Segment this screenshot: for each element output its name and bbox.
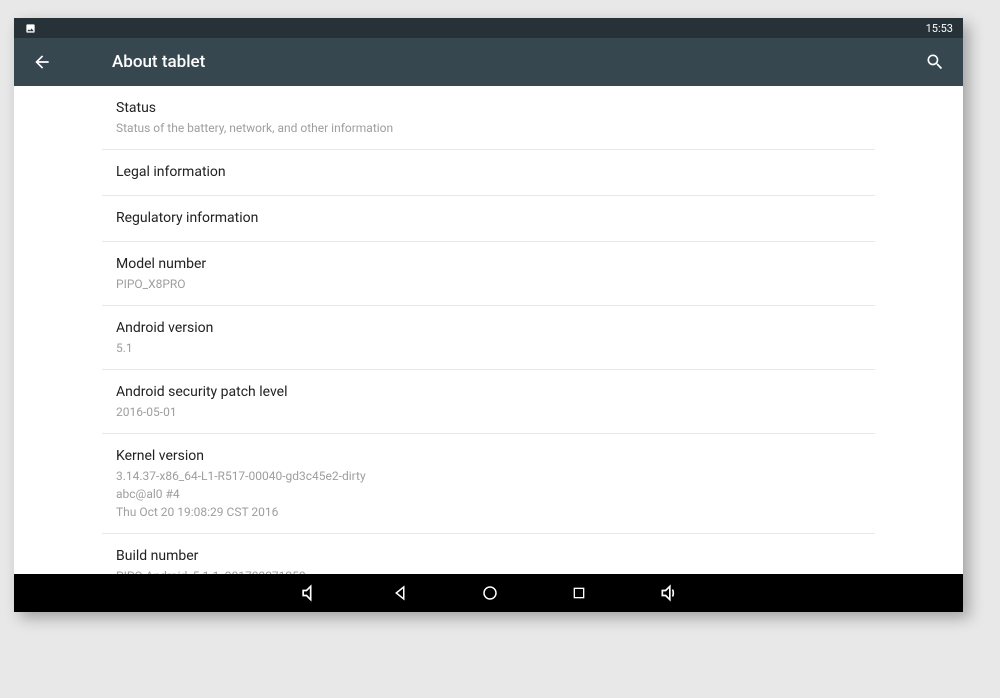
row-title: Build number xyxy=(116,546,861,567)
image-icon xyxy=(24,23,37,34)
nav-recent-icon[interactable] xyxy=(571,585,587,601)
volume-up-icon[interactable] xyxy=(659,583,679,603)
row-title: Android version xyxy=(116,318,861,339)
search-icon[interactable] xyxy=(925,52,945,72)
row-title: Android security patch level xyxy=(116,382,861,403)
row-build-number[interactable]: Build number PIPO Android_5.1.1_20170327… xyxy=(102,534,875,574)
page-title: About tablet xyxy=(112,52,205,72)
status-time: 15:53 xyxy=(926,22,953,35)
nav-home-icon[interactable] xyxy=(481,584,499,602)
row-subtitle: 3.14.37-x86_64-L1-R517-00040-gd3c45e2-di… xyxy=(116,467,861,521)
device-frame: 15:53 About tablet Status Status of the … xyxy=(14,18,963,612)
row-subtitle: 2016-05-01 xyxy=(116,403,861,421)
row-regulatory-information[interactable]: Regulatory information xyxy=(102,196,875,242)
row-kernel-version[interactable]: Kernel version 3.14.37-x86_64-L1-R517-00… xyxy=(102,434,875,534)
row-subtitle: Status of the battery, network, and othe… xyxy=(116,119,861,137)
row-title: Kernel version xyxy=(116,446,861,467)
row-security-patch[interactable]: Android security patch level 2016-05-01 xyxy=(102,370,875,434)
navigation-bar xyxy=(14,574,963,612)
row-title: Regulatory information xyxy=(116,208,861,229)
row-title: Model number xyxy=(116,254,861,275)
nav-back-icon[interactable] xyxy=(391,584,409,602)
volume-down-icon[interactable] xyxy=(299,583,319,603)
row-subtitle: PIPO Android_5.1.1_201703271250 xyxy=(116,567,861,574)
back-icon[interactable] xyxy=(32,52,52,72)
row-title: Status xyxy=(116,98,861,119)
action-bar: About tablet xyxy=(14,38,963,86)
settings-list: Status Status of the battery, network, a… xyxy=(14,86,963,574)
row-status[interactable]: Status Status of the battery, network, a… xyxy=(102,86,875,150)
row-android-version[interactable]: Android version 5.1 xyxy=(102,306,875,370)
row-subtitle: 5.1 xyxy=(116,339,861,357)
row-legal-information[interactable]: Legal information xyxy=(102,150,875,196)
row-subtitle: PIPO_X8PRO xyxy=(116,275,861,293)
row-title: Legal information xyxy=(116,162,861,183)
row-model-number[interactable]: Model number PIPO_X8PRO xyxy=(102,242,875,306)
status-bar: 15:53 xyxy=(14,18,963,38)
